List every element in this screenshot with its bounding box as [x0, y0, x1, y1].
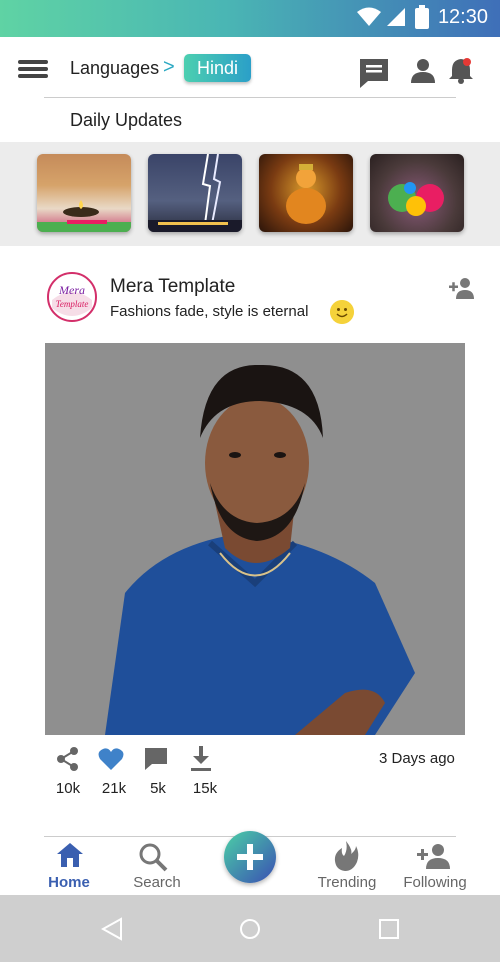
like-count: 21k: [101, 780, 127, 797]
comment-count: 5k: [150, 780, 166, 797]
add-friend-icon[interactable]: [448, 277, 476, 299]
portrait-photo: [45, 343, 465, 735]
stories-strip: [0, 142, 500, 246]
comment-icon[interactable]: [144, 747, 168, 771]
languages-label[interactable]: Languages: [70, 58, 159, 79]
post-caption: Fashions fade, style is eternal: [110, 303, 309, 320]
nav-home-label[interactable]: Home: [29, 874, 109, 891]
status-time: 12:30: [437, 6, 488, 28]
notification-bell-icon[interactable]: [448, 56, 474, 84]
ganesha-image: [286, 164, 326, 224]
author-avatar[interactable]: Mera Template: [47, 272, 97, 322]
wifi-icon: [357, 7, 381, 26]
download-icon[interactable]: [189, 746, 213, 772]
header-divider: [44, 97, 456, 98]
heart-icon[interactable]: [98, 747, 124, 771]
story-thumbnail[interactable]: [37, 154, 131, 232]
home-icon[interactable]: [56, 842, 84, 868]
story-thumbnail[interactable]: [370, 154, 464, 232]
lightning-image: [148, 154, 242, 232]
story-thumbnail[interactable]: [259, 154, 353, 232]
holi-colors-image: [388, 182, 444, 216]
download-count: 15k: [192, 780, 218, 797]
post-timestamp: 3 Days ago: [379, 750, 455, 767]
create-post-button[interactable]: [224, 831, 276, 883]
share-count: 10k: [55, 780, 81, 797]
section-title: Daily Updates: [70, 110, 183, 130]
language-chip-hindi[interactable]: Hindi: [184, 54, 251, 82]
trending-flame-icon[interactable]: [333, 840, 359, 872]
menu-icon[interactable]: [18, 60, 48, 78]
nav-search-label[interactable]: Search: [117, 874, 197, 891]
share-icon[interactable]: [56, 747, 80, 771]
search-icon[interactable]: [138, 842, 168, 872]
nav-trending-label[interactable]: Trending: [307, 874, 387, 891]
profile-icon[interactable]: [410, 57, 436, 83]
chevron-right-icon: >: [163, 56, 175, 78]
home-circle-icon[interactable]: [239, 918, 261, 940]
chat-icon[interactable]: [358, 57, 390, 89]
nav-following-label[interactable]: Following: [395, 874, 475, 891]
story-thumbnail[interactable]: [148, 154, 242, 232]
svg-text:Mera: Mera: [58, 283, 85, 297]
mera-template-logo: Mera Template: [50, 275, 94, 319]
following-icon[interactable]: [416, 843, 452, 869]
recents-icon[interactable]: [378, 918, 400, 940]
system-navigation-bar: [0, 895, 500, 962]
svg-text:Template: Template: [56, 299, 89, 309]
battery-icon: [415, 5, 429, 29]
post-image[interactable]: [45, 343, 465, 735]
diya-lamp-image: [37, 200, 131, 232]
smiley-icon: [330, 300, 354, 324]
plus-icon: [237, 844, 263, 870]
back-icon[interactable]: [101, 917, 123, 941]
status-bar: 12:30: [0, 0, 500, 37]
signal-icon: [387, 8, 405, 26]
post-author-name[interactable]: Mera Template: [110, 276, 235, 298]
